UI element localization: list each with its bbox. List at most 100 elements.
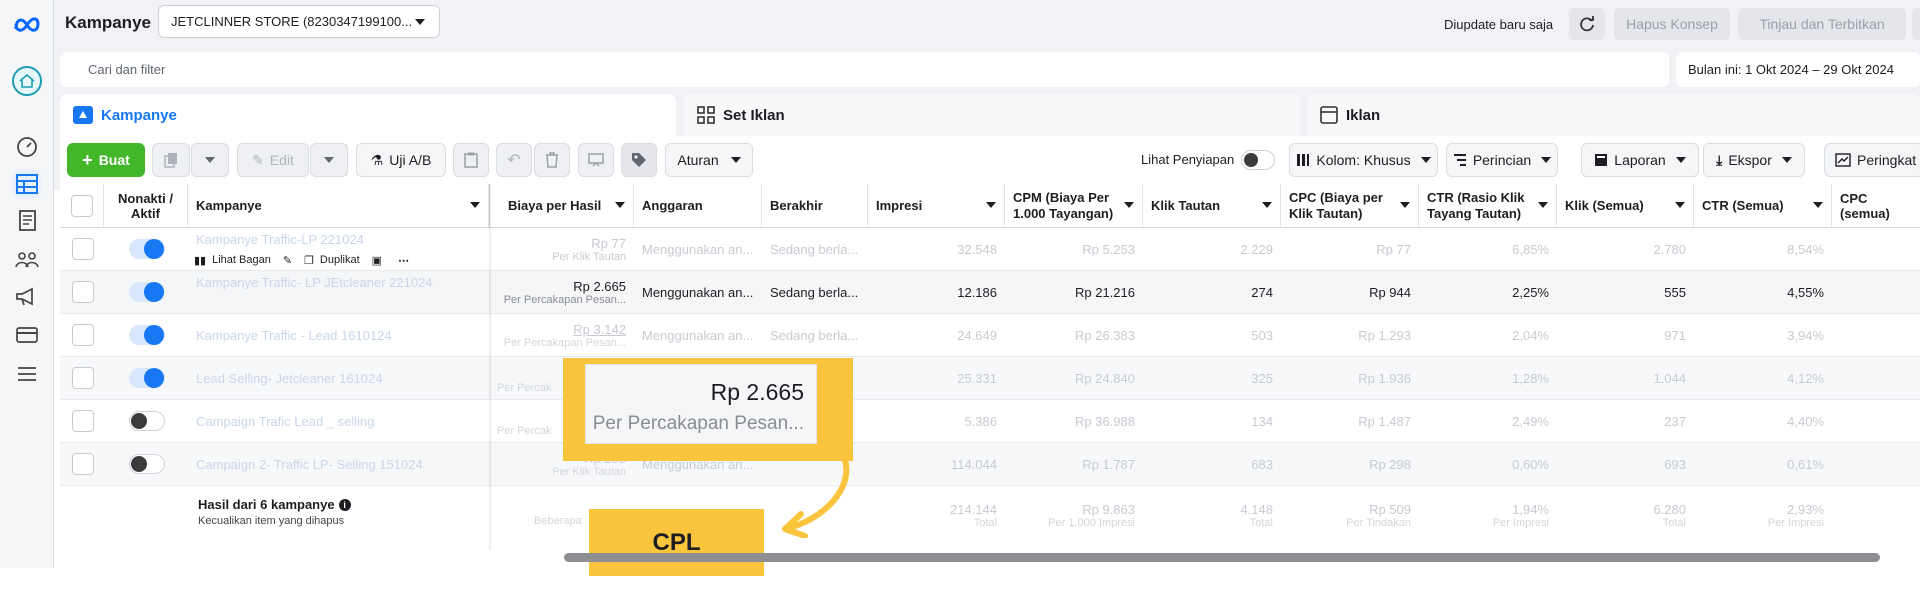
cpr-value: Rp 77 [591, 236, 626, 251]
impressions: 32.548 [957, 242, 997, 257]
discard-draft-button[interactable]: Hapus Konsep [1614, 8, 1730, 40]
export-dropdown[interactable]: ⤓ Ekspor [1703, 143, 1805, 177]
image-icon[interactable]: ▣ [372, 254, 382, 267]
campaign-toggle[interactable] [129, 454, 165, 474]
edit-pencil-icon[interactable]: ✎ [283, 254, 292, 267]
more-options-button[interactable]: ... [1912, 8, 1920, 40]
audiences-people-icon[interactable] [13, 245, 41, 273]
table-row[interactable]: Campaign 2- Traffic LP- Selling 151024 R… [60, 443, 1920, 486]
row-checkbox[interactable] [72, 238, 94, 260]
tab-ads[interactable]: Iklan [1307, 94, 1920, 136]
column-header-budget[interactable]: Anggaran [634, 184, 762, 228]
review-publish-button[interactable]: Tinjau dan Terbitkan [1738, 8, 1906, 40]
account-selector[interactable]: JETCLINNER STORE (8230347199100... [158, 5, 440, 38]
account-avatar-icon[interactable] [12, 66, 42, 96]
row-checkbox[interactable] [72, 410, 94, 432]
refresh-button[interactable] [1569, 8, 1605, 40]
column-header-toggle[interactable]: Nonakti / Aktif [104, 184, 188, 228]
ctr-all: 4,12% [1787, 371, 1824, 386]
column-header-impressions[interactable]: Impresi [868, 184, 1005, 228]
campaign-toggle[interactable] [129, 282, 165, 302]
campaign-toggle[interactable] [129, 411, 165, 431]
campaign-name[interactable]: Kampanye Traffic - Lead 1610124 [188, 314, 489, 357]
column-header-cost-per-result[interactable]: Biaya per Hasil [489, 184, 634, 228]
dashboard-gauge-icon[interactable] [13, 133, 41, 161]
more-icon[interactable]: ⋯ [398, 254, 409, 267]
tag-icon [632, 153, 646, 167]
duplicate-button[interactable] [152, 143, 190, 177]
campaign-toggle[interactable] [129, 239, 165, 259]
campaign-toggle[interactable] [129, 368, 165, 388]
tag-button[interactable] [621, 143, 657, 177]
view-chart-link[interactable]: Lihat Bagan [212, 254, 271, 266]
column-header-cpc-link[interactable]: CPC (Biaya per Klik Tautan) [1281, 184, 1419, 228]
impressions: 24.649 [957, 328, 997, 343]
table-row[interactable]: Lead Selling- Jetcleaner 161024 Per Perc… [60, 357, 1920, 400]
column-header-clicks-all-label: Klik (Semua) [1565, 198, 1644, 213]
column-header-clicks-all[interactable]: Klik (Semua) [1557, 184, 1694, 228]
duplicate-dropdown-button[interactable] [191, 143, 229, 177]
rules-label: Aturan [677, 152, 719, 168]
ab-test-button[interactable]: ⚗ Uji A/B [356, 143, 446, 177]
campaigns-table-icon[interactable] [13, 170, 41, 198]
cpr-subtitle: Per Percak [497, 382, 552, 394]
cpm: Rp 5.253 [1082, 242, 1135, 257]
end-status: Sedang berla... [770, 242, 859, 257]
column-header-cpc-all[interactable]: CPC (semua) [1832, 184, 1920, 228]
duplicate-link[interactable]: Duplikat [320, 254, 360, 266]
clipboard-icon [464, 152, 478, 168]
tab-campaigns[interactable]: Kampanye [60, 94, 676, 136]
summary-button[interactable]: Peringkat [1824, 143, 1920, 177]
table-row[interactable]: Campaign Trafic Lead _ selling Per Perca… [60, 400, 1920, 443]
pages-document-icon[interactable] [13, 207, 41, 235]
edit-dropdown-button[interactable] [310, 143, 348, 177]
date-range-picker[interactable]: Bulan ini: 1 Okt 2024 – 29 Okt 2024 [1676, 52, 1920, 87]
table-row[interactable]: Kampanye Traffic-LP 221024 ▮▮ Lihat Baga… [60, 228, 1920, 271]
summary-ctr-all-value: 2,93% [1787, 501, 1824, 517]
column-header-ctr-all[interactable]: CTR (Semua) [1694, 184, 1832, 228]
info-icon[interactable]: i [338, 498, 351, 511]
campaign-name[interactable]: Kampanye Traffic-LP 221024 [188, 228, 489, 250]
advertise-megaphone-icon[interactable] [13, 283, 41, 311]
column-header-ctr-link[interactable]: CTR (Rasio Klik Tayang Tautan) [1419, 184, 1557, 228]
column-header-cpm[interactable]: CPM (Biaya Per 1.000 Tayangan) [1005, 184, 1143, 228]
clipboard-button[interactable] [453, 143, 489, 177]
search-filter-input[interactable]: Cari dan filter [60, 52, 1669, 87]
column-header-ends[interactable]: Berakhir [762, 184, 868, 228]
edit-button[interactable]: ✎ Edit [237, 143, 309, 177]
reports-dropdown[interactable]: Laporan [1581, 143, 1699, 177]
columns-dropdown[interactable]: Kolom: Khusus [1289, 143, 1438, 177]
tab-adsets[interactable]: Set Iklan [684, 94, 1300, 136]
row-checkbox[interactable] [72, 453, 94, 475]
undo-button[interactable]: ↶ [496, 143, 532, 177]
chevron-down-icon [205, 157, 215, 163]
horizontal-scrollbar[interactable] [564, 553, 1880, 562]
delete-button[interactable] [534, 143, 570, 177]
table-row[interactable]: Kampanye Traffic- LP JEtcleaner 221024 R… [60, 271, 1920, 314]
create-button[interactable]: + Buat [67, 143, 145, 177]
menu-hamburger-icon[interactable] [13, 360, 41, 388]
ctr-all: 0,61% [1787, 457, 1824, 472]
column-header-cpc-label: CPC (Biaya per Klik Tautan) [1289, 189, 1383, 221]
cpc-link: Rp 944 [1369, 285, 1411, 300]
end-status: Sedang berla... [770, 328, 859, 343]
column-header-link-clicks[interactable]: Klik Tautan [1143, 184, 1281, 228]
preview-toggle[interactable] [1241, 150, 1275, 170]
campaign-toggle[interactable] [129, 325, 165, 345]
billing-card-icon[interactable] [13, 321, 41, 349]
column-header-campaign[interactable]: Kampanye [188, 184, 489, 228]
campaign-name[interactable]: Lead Selling- Jetcleaner 161024 [188, 357, 489, 400]
row-checkbox[interactable] [72, 324, 94, 346]
campaign-name[interactable]: Campaign 2- Traffic LP- Selling 151024 [188, 443, 489, 486]
row-checkbox[interactable] [72, 281, 94, 303]
campaign-name[interactable]: Kampanye Traffic- LP JEtcleaner 221024 [188, 271, 489, 293]
meta-logo-icon[interactable] [13, 10, 41, 38]
select-all-checkbox[interactable] [71, 195, 93, 217]
link-clicks: 2.229 [1240, 242, 1273, 257]
campaign-name[interactable]: Campaign Trafic Lead _ selling [188, 400, 489, 443]
rules-dropdown[interactable]: Aturan [665, 143, 753, 177]
table-row[interactable]: Kampanye Traffic - Lead 1610124 Rp 3.142… [60, 314, 1920, 357]
breakdown-dropdown[interactable]: Perincian [1446, 143, 1558, 177]
row-checkbox[interactable] [72, 367, 94, 389]
preview-ad-button[interactable] [578, 143, 614, 177]
